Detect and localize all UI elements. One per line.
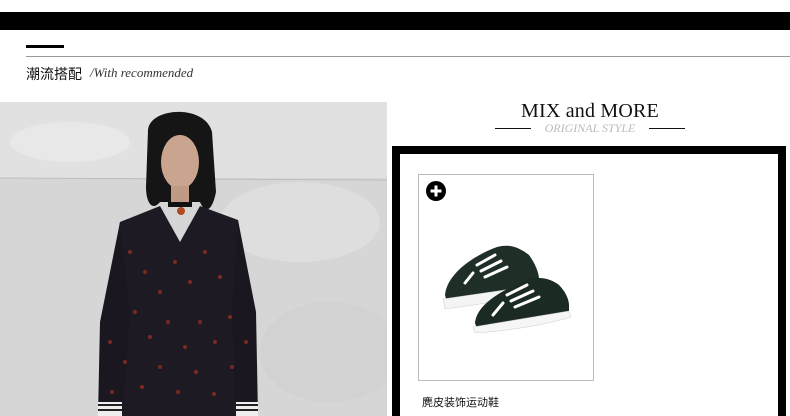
product-name[interactable]: 麂皮装饰运动鞋 [422,394,499,410]
product-card[interactable] [418,174,594,381]
section-subtitle: /With recommended [90,65,194,80]
mix-subtitle-right-line [649,128,685,129]
section-divider [26,56,790,57]
mix-subtitle-row: ORIGINAL STYLE [495,121,685,135]
section-accent-line [26,45,64,48]
sneaker-image[interactable] [435,233,575,333]
top-banner-bar [0,12,790,30]
product-frame: 麂皮装饰运动鞋 [392,146,786,416]
model-photo[interactable] [0,102,387,416]
section-title: 潮流搭配 [26,67,82,83]
product-panel: 麂皮装饰运动鞋 [400,154,778,416]
mix-title: MIX and MORE [521,100,659,122]
plus-circle-icon[interactable] [426,181,446,201]
